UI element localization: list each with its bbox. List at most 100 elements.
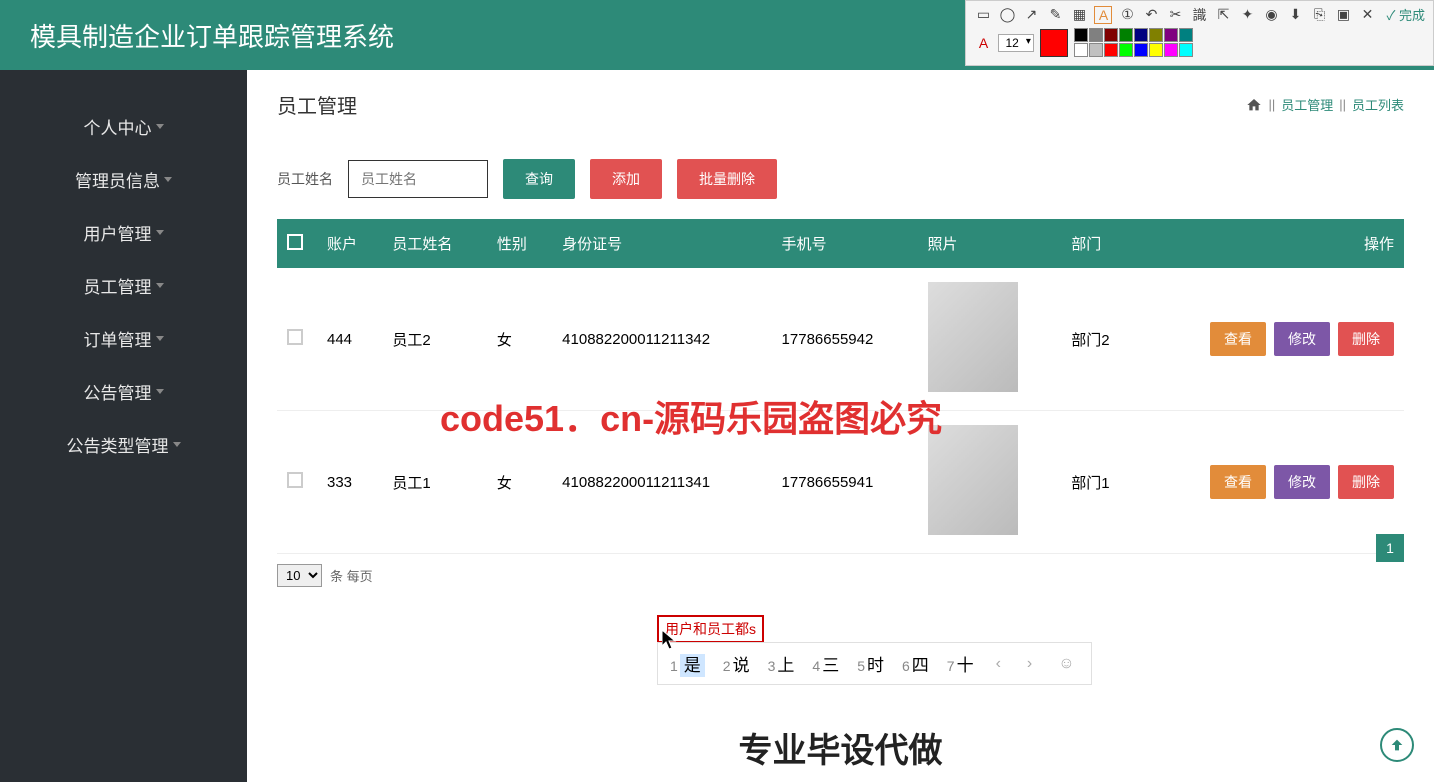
cell-photo [918,268,1062,411]
batch-delete-button[interactable]: 批量删除 [677,159,777,199]
col-photo: 照片 [918,219,1062,268]
text-tool-icon[interactable]: A [1094,6,1112,24]
cell-phone: 17786655942 [772,268,918,411]
sidebar-item-6[interactable]: 公告类型管理 [0,418,247,471]
ime-smile-icon[interactable]: ☺ [1054,655,1078,673]
add-button[interactable]: 添加 [590,159,662,199]
ime-candidates[interactable]: 1是 2说 3上 4三 5时 6四 7十 ‹ › ☺ [657,642,1092,685]
sidebar-item-3[interactable]: 员工管理 [0,259,247,312]
chevron-down-icon [173,442,181,447]
color-swatch[interactable] [1074,43,1088,57]
cut-icon[interactable]: ✂ [1166,6,1184,24]
page-number[interactable]: 1 [1376,534,1404,562]
photo-thumbnail[interactable] [928,425,1018,535]
cell-dept: 部门1 [1061,411,1137,554]
current-color-swatch[interactable] [1040,29,1068,57]
sidebar-item-5[interactable]: 公告管理 [0,365,247,418]
circle-tool-icon[interactable]: ◯ [998,6,1016,24]
ime-candidate[interactable]: 6四 [902,651,929,676]
delete-button[interactable]: 删除 [1338,322,1394,356]
sidebar-item-label: 员工管理 [84,273,152,298]
cursor-icon [662,630,678,650]
color-swatch[interactable] [1179,28,1193,42]
table-row: 333员工1女41088220001121134117786655941部门1查… [277,411,1404,554]
ocr-icon[interactable]: 識 [1190,6,1208,24]
ime-prev-icon[interactable]: ‹ [992,655,1005,673]
rect-tool-icon[interactable]: ▭ [974,6,992,24]
color-swatch[interactable] [1149,28,1163,42]
ime-candidate[interactable]: 4三 [812,651,839,676]
scroll-top-button[interactable] [1380,728,1414,762]
mosaic-tool-icon[interactable]: ▦ [1070,6,1088,24]
edit-button[interactable]: 修改 [1274,322,1330,356]
sidebar-item-2[interactable]: 用户管理 [0,206,247,259]
close-icon[interactable]: ✕ [1358,6,1376,24]
save-icon[interactable]: ▣ [1334,6,1352,24]
annotation-toolbar: ▭ ◯ ↗ ✎ ▦ A ① ↶ ✂ 識 ⇱ ✦ ◉ ⬇ ⎘ ▣ ✕ ✓ 完成 A… [965,0,1434,66]
color-swatch[interactable] [1119,43,1133,57]
col-phone: 手机号 [772,219,918,268]
breadcrumb-l2[interactable]: 员工列表 [1352,95,1404,114]
filter-bar: 员工姓名 查询 添加 批量删除 [247,129,1434,219]
page-size-select[interactable]: 10 [277,564,322,587]
download-icon[interactable]: ⬇ [1286,6,1304,24]
cell-name: 员工2 [382,268,487,411]
color-swatch[interactable] [1089,43,1103,57]
sidebar-item-label: 订单管理 [84,326,152,351]
col-actions: 操作 [1137,219,1404,268]
ime-candidate[interactable]: 5时 [857,651,884,676]
delete-button[interactable]: 删除 [1338,465,1394,499]
undo-icon[interactable]: ↶ [1142,6,1160,24]
record-icon[interactable]: ◉ [1262,6,1280,24]
col-account: 账户 [317,219,382,268]
cell-account: 444 [317,268,382,411]
sidebar-item-0[interactable]: 个人中心 [0,100,247,153]
app-title: 模具制造企业订单跟踪管理系统 [30,17,394,54]
color-swatch[interactable] [1089,28,1103,42]
ime-next-icon[interactable]: › [1023,655,1036,673]
color-swatch[interactable] [1104,28,1118,42]
color-swatch[interactable] [1179,43,1193,57]
view-button[interactable]: 查看 [1210,322,1266,356]
color-swatch[interactable] [1119,28,1133,42]
ime-candidate[interactable]: 3上 [768,651,795,676]
table-row: 444员工2女41088220001121134217786655942部门2查… [277,268,1404,411]
sidebar: 个人中心管理员信息用户管理员工管理订单管理公告管理公告类型管理 [0,70,247,782]
arrow-tool-icon[interactable]: ↗ [1022,6,1040,24]
color-swatch[interactable] [1104,43,1118,57]
col-gender: 性别 [487,219,552,268]
font-size-select[interactable]: 12 [998,34,1033,52]
copy-icon[interactable]: ⎘ [1310,6,1328,24]
share-icon[interactable]: ✦ [1238,6,1256,24]
cell-photo [918,411,1062,554]
sidebar-item-label: 管理员信息 [75,167,160,192]
color-swatch[interactable] [1164,43,1178,57]
color-swatch[interactable] [1134,28,1148,42]
sidebar-item-1[interactable]: 管理员信息 [0,153,247,206]
row-checkbox[interactable] [287,472,303,488]
color-swatch[interactable] [1134,43,1148,57]
breadcrumb-l1[interactable]: 员工管理 [1281,95,1333,114]
number-tool-icon[interactable]: ① [1118,6,1136,24]
row-checkbox[interactable] [287,329,303,345]
chevron-down-icon [164,177,172,182]
sidebar-item-4[interactable]: 订单管理 [0,312,247,365]
search-button[interactable]: 查询 [503,159,575,199]
pencil-tool-icon[interactable]: ✎ [1046,6,1064,24]
ime-candidate[interactable]: 7十 [947,651,974,676]
color-palette[interactable] [1074,28,1193,57]
pin-icon[interactable]: ⇱ [1214,6,1232,24]
ime-candidate[interactable]: 1是 [670,651,705,676]
home-icon[interactable] [1246,97,1262,113]
chevron-down-icon [156,389,164,394]
photo-thumbnail[interactable] [928,282,1018,392]
edit-button[interactable]: 修改 [1274,465,1330,499]
color-swatch[interactable] [1074,28,1088,42]
select-all-checkbox[interactable] [287,234,303,250]
name-filter-input[interactable] [348,160,488,198]
color-swatch[interactable] [1149,43,1163,57]
view-button[interactable]: 查看 [1210,465,1266,499]
color-swatch[interactable] [1164,28,1178,42]
done-button[interactable]: ✓ 完成 [1386,5,1425,24]
ime-candidate[interactable]: 2说 [723,651,750,676]
